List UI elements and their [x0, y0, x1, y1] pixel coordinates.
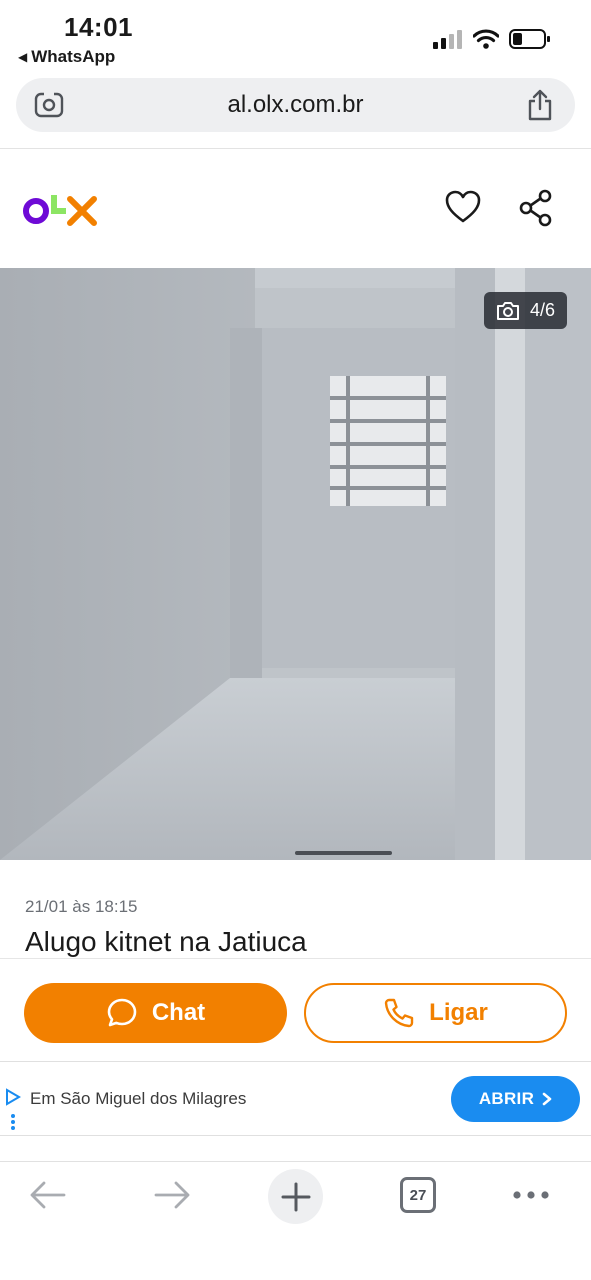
- phone-icon: [384, 998, 414, 1028]
- spacer: [0, 1137, 591, 1161]
- new-tab-button[interactable]: [268, 1169, 323, 1224]
- status-time: 14:01: [64, 12, 133, 42]
- ad-open-button[interactable]: ABRIR: [451, 1076, 580, 1122]
- chevron-right-icon: [542, 1092, 552, 1106]
- chat-button-label: Chat: [151, 999, 206, 1026]
- camera-icon: [496, 301, 519, 320]
- browser-toolbar: 27: [0, 1161, 591, 1280]
- call-button[interactable]: Ligar: [304, 983, 567, 1043]
- back-app-label: WhatsApp: [31, 47, 116, 66]
- tab-count-button[interactable]: 27: [400, 1177, 436, 1213]
- photo-counter-text: 4/6: [529, 300, 555, 320]
- room-photo-image: [0, 268, 591, 860]
- status-bar: 14:01 ◀ WhatsApp: [0, 0, 591, 72]
- url-text[interactable]: al.olx.com.br: [227, 91, 363, 119]
- chat-bubble-icon: [107, 998, 137, 1027]
- ad-date: 21/01 às 18:15: [25, 897, 138, 916]
- ad-banner[interactable]: Em São Miguel dos Milagres ABRIR: [0, 1061, 591, 1136]
- share-sheet-icon[interactable]: [527, 89, 553, 121]
- wifi-icon: [473, 29, 499, 49]
- ad-banner-text: Em São Miguel dos Milagres: [30, 1089, 247, 1108]
- forward-arrow-icon[interactable]: [152, 1178, 192, 1212]
- site-header: [0, 149, 591, 267]
- listing-photo[interactable]: 4/6: [0, 268, 591, 860]
- photo-counter: 4/6: [483, 292, 567, 329]
- page-scan-icon[interactable]: [34, 91, 64, 119]
- photo-scroll-indicator: [295, 851, 392, 855]
- battery-icon: [509, 29, 550, 49]
- share-icon[interactable]: [518, 189, 554, 227]
- chat-button[interactable]: Chat: [24, 983, 287, 1043]
- status-icons: [433, 28, 551, 50]
- ad-title: Alugo kitnet na Jatiuca: [25, 926, 307, 957]
- back-arrow-icon[interactable]: [28, 1178, 68, 1212]
- back-triangle-icon: ◀: [18, 50, 28, 64]
- call-button-label: Ligar: [429, 999, 488, 1026]
- adchoices-icon[interactable]: [4, 1088, 22, 1134]
- address-bar[interactable]: al.olx.com.br: [16, 78, 575, 132]
- signal-icon: [433, 30, 462, 49]
- ad-open-label: ABRIR: [478, 1089, 535, 1108]
- plus-icon: [281, 1182, 310, 1211]
- back-to-app-link[interactable]: ◀ WhatsApp: [18, 47, 115, 67]
- olx-logo[interactable]: [22, 189, 100, 229]
- divider: [0, 958, 591, 959]
- tab-count-text: 27: [409, 1186, 427, 1204]
- heart-icon[interactable]: [444, 189, 482, 225]
- more-options-icon[interactable]: [512, 1190, 550, 1200]
